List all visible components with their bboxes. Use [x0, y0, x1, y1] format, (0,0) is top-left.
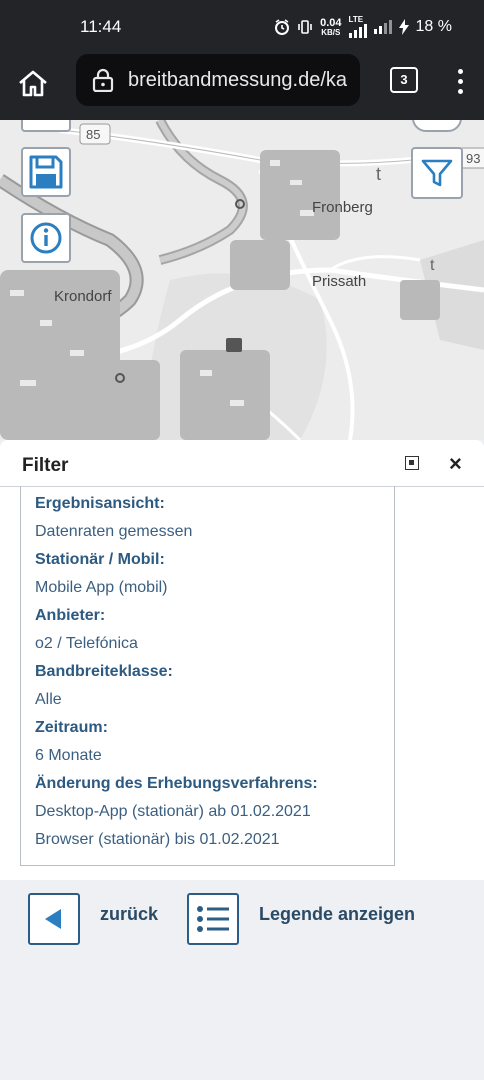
address-bar[interactable]: breitbandmessung.de/ka	[76, 54, 360, 106]
filter-label: Änderung des Erhebungsverfahrens:	[35, 775, 318, 792]
charging-icon	[398, 19, 409, 35]
svg-text:t: t	[376, 164, 381, 184]
filter-item-bandbreiteklasse: Bandbreiteklasse: Alle	[35, 658, 318, 714]
signal-icon	[348, 24, 367, 38]
filter-summary-box: Ergebnisansicht: Datenraten gemessen Sta…	[20, 486, 395, 866]
legend-label[interactable]: Legende anzeigen	[259, 904, 415, 925]
road-shield-85: 85	[86, 127, 101, 142]
back-arrow-icon	[45, 909, 61, 929]
status-bar: 11:44 0.04 KB/S LTE 18 %	[0, 0, 484, 54]
back-label[interactable]: zurück	[100, 904, 158, 925]
filter-item-erhebungsverfahren: Änderung des Erhebungsverfahrens: Deskto…	[35, 770, 318, 854]
network-type: LTE	[348, 15, 364, 24]
filter-item-anbieter: Anbieter: o2 / Telefónica	[35, 602, 318, 658]
bottom-navigation: zurück Legende anzeigen	[0, 880, 484, 1080]
filter-value: Alle	[35, 691, 62, 708]
filter-label: Stationär / Mobil:	[35, 551, 165, 568]
info-button[interactable]	[21, 213, 71, 263]
map-button-partial-top-right[interactable]	[412, 120, 462, 132]
filter-value: Datenraten gemessen	[35, 523, 193, 540]
filter-label: Ergebnisansicht:	[35, 495, 165, 512]
status-icons: 0.04 KB/S LTE 18 %	[274, 16, 452, 38]
road-shield-93: 93	[466, 151, 481, 166]
filter-button[interactable]	[411, 147, 463, 199]
filter-value-2: Browser (stationär) bis 01.02.2021	[35, 831, 280, 848]
save-icon	[29, 155, 63, 189]
home-icon[interactable]	[16, 67, 50, 101]
tab-switcher-button[interactable]: 3	[390, 67, 418, 93]
filter-item-zeitraum: Zeitraum: 6 Monate	[35, 714, 318, 770]
back-button[interactable]	[28, 893, 80, 945]
place-krondorf: Krondorf	[54, 288, 112, 305]
browser-toolbar: breitbandmessung.de/ka 3	[0, 54, 484, 120]
place-prissath: Prissath	[312, 273, 367, 290]
filter-value: 6 Monate	[35, 747, 102, 764]
info-icon	[30, 222, 62, 254]
status-time: 11:44	[80, 17, 122, 36]
map-button-partial-top[interactable]	[21, 120, 71, 132]
alarm-icon	[275, 19, 290, 35]
place-fronberg: Fronberg	[312, 199, 373, 216]
filter-label: Anbieter:	[35, 607, 106, 624]
filter-icon	[421, 159, 453, 187]
filter-value: Desktop-App (stationär) ab 01.02.2021	[35, 803, 311, 820]
filter-label: Zeitraum:	[35, 719, 108, 736]
svg-text:t: t	[430, 257, 435, 274]
expand-panel-button[interactable]	[405, 456, 419, 470]
net-speed-unit: KB/S	[321, 27, 341, 37]
net-speed: 0.04 KB/S	[320, 16, 342, 37]
filter-item-ergebnisansicht: Ergebnisansicht: Datenraten gemessen	[35, 490, 318, 546]
net-speed-value: 0.04	[320, 16, 342, 29]
map-view[interactable]: t t 85 93 Fronberg Krondorf Prissath	[0, 120, 484, 440]
close-panel-button[interactable]: ×	[449, 451, 462, 477]
battery-level: 18 %	[415, 18, 452, 35]
panel-title: Filter	[22, 455, 69, 476]
filter-label: Bandbreiteklasse:	[35, 663, 173, 680]
url-text: breitbandmessung.de/ka	[128, 69, 348, 91]
legend-button[interactable]	[187, 893, 239, 945]
save-button[interactable]	[21, 147, 71, 197]
filter-value: Mobile App (mobil)	[35, 579, 168, 596]
browser-menu-button[interactable]	[450, 66, 470, 96]
lock-icon	[92, 68, 114, 92]
vibrate-icon	[298, 20, 312, 34]
filter-item-stationaer-mobil: Stationär / Mobil: Mobile App (mobil)	[35, 546, 318, 602]
list-icon	[197, 906, 229, 932]
filter-value: o2 / Telefónica	[35, 635, 138, 652]
filter-panel: Filter × Ergebnisansicht: Datenraten gem…	[0, 440, 484, 880]
signal-icon-2	[373, 20, 392, 34]
